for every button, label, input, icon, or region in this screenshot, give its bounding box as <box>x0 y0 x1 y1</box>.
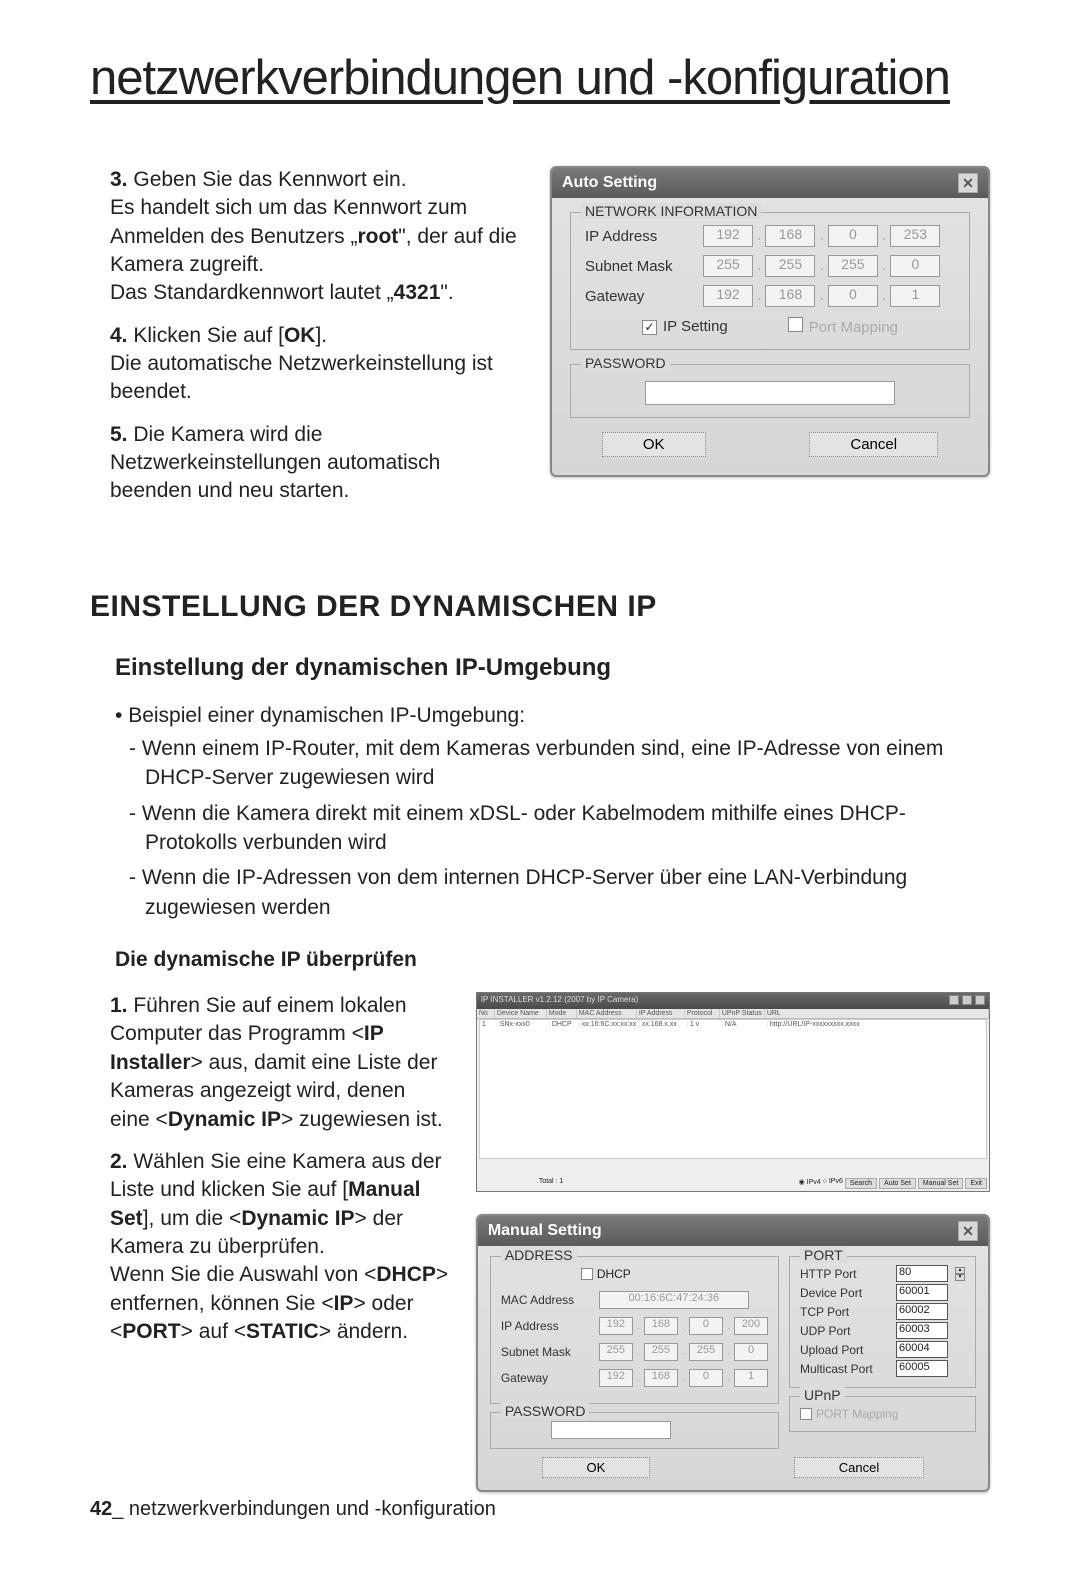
step-4: 4. Klicken Sie auf [OK]. Die automatisch… <box>110 322 525 407</box>
exit-button[interactable]: Exit <box>965 1178 987 1189</box>
minimize-icon[interactable] <box>949 995 959 1005</box>
device-port-input[interactable]: 60001 <box>896 1284 948 1301</box>
ip-address-label: IP Address <box>585 228 695 245</box>
dialog-title: Manual Setting <box>488 1222 602 1240</box>
mac-input: 00:16:6C:47:24:36 <box>599 1291 749 1309</box>
ipv6-radio[interactable]: ○ IPv6 <box>823 1178 843 1189</box>
manualset-button[interactable]: Manual Set <box>918 1178 963 1189</box>
port-mapping-checkbox[interactable]: Port Mapping <box>788 317 898 337</box>
ip-address-input[interactable]: 192. 168. 0. 253 <box>703 225 940 247</box>
bullet-intro: • Beispiel einer dynamischen IP-Umgebung… <box>115 704 990 728</box>
multicast-port-label: Multicast Port <box>800 1362 890 1376</box>
upload-port-label: Upload Port <box>800 1343 890 1357</box>
step-2: 2. Wählen Sie eine Kamera aus der Liste … <box>110 1148 451 1346</box>
network-info-legend: NETWORK INFORMATION <box>581 203 761 219</box>
gateway-label: Gateway <box>501 1371 591 1385</box>
dynamic-ip-heading: EINSTELLUNG DER DYNAMISCHEN IP <box>90 590 990 624</box>
gateway-input[interactable]: 192. 168. 0. 1 <box>599 1369 768 1387</box>
gateway-label: Gateway <box>585 288 695 305</box>
address-legend: ADDRESS <box>501 1247 577 1263</box>
http-port-label: HTTP Port <box>800 1267 890 1281</box>
total-label: Total : 1 <box>539 1178 564 1189</box>
multicast-port-input[interactable]: 60005 <box>896 1360 948 1377</box>
dynamic-ip-env-heading: Einstellung der dynamischen IP-Umgebung <box>115 654 990 682</box>
check-dynamic-ip-heading: Die dynamische IP überprüfen <box>115 948 990 972</box>
subnet-mask-label: Subnet Mask <box>585 258 695 275</box>
password-legend: PASSWORD <box>581 355 670 371</box>
cancel-button[interactable]: Cancel <box>794 1457 924 1478</box>
dash-item: Wenn einem IP-Router, mit dem Kameras ve… <box>145 734 990 793</box>
close-icon[interactable]: ✕ <box>958 1221 978 1241</box>
ip-label: IP Address <box>501 1319 591 1333</box>
dash-list: Wenn einem IP-Router, mit dem Kameras ve… <box>145 734 990 922</box>
subnet-label: Subnet Mask <box>501 1345 591 1359</box>
tcp-port-label: TCP Port <box>800 1305 890 1319</box>
manual-setting-dialog: Manual Setting ✕ ADDRESS DHCP MAC Addres… <box>476 1214 990 1492</box>
search-button[interactable]: Search <box>845 1178 877 1189</box>
tcp-port-input[interactable]: 60002 <box>896 1303 948 1320</box>
step-5: 5. Die Kamera wird die Netzwerkeinstellu… <box>110 421 525 506</box>
cancel-button[interactable]: Cancel <box>809 432 938 457</box>
close-icon[interactable] <box>975 995 985 1005</box>
ipinstaller-title: IP INSTALLER v1.2.12 (2007 by IP Camera) <box>481 995 638 1007</box>
autoset-button[interactable]: Auto Set <box>879 1178 916 1189</box>
password-input[interactable] <box>551 1421 671 1439</box>
device-port-label: Device Port <box>800 1286 890 1300</box>
gateway-input[interactable]: 192. 168. 0. 1 <box>703 285 940 307</box>
ip-setting-checkbox[interactable]: ✓IP Setting <box>642 318 728 336</box>
top-steps-list: 3. Geben Sie das Kennwort ein. Es handel… <box>90 166 525 506</box>
dash-item: Wenn die IP-Adressen von dem internen DH… <box>145 863 990 922</box>
bottom-steps-list: 1. Führen Sie auf einem lokalen Computer… <box>90 992 451 1346</box>
subnet-input[interactable]: 255. 255. 255. 0 <box>599 1343 768 1361</box>
http-port-spinner[interactable]: ▴▾ <box>955 1267 965 1281</box>
port-legend: PORT <box>800 1247 847 1263</box>
upnp-legend: UPnP <box>800 1387 845 1403</box>
subnet-mask-input[interactable]: 255. 255. 255. 0 <box>703 255 940 277</box>
udp-port-input[interactable]: 60003 <box>896 1322 948 1339</box>
password-legend: PASSWORD <box>501 1403 590 1419</box>
grid-header: No Device Name Mode MAC Address IP Addre… <box>477 1009 989 1019</box>
auto-setting-dialog: Auto Setting ✕ NETWORK INFORMATION IP Ad… <box>550 166 990 477</box>
ok-button[interactable]: OK <box>602 432 706 457</box>
ipv4-radio[interactable]: ◉ IPv4 <box>799 1178 821 1189</box>
ok-button[interactable]: OK <box>542 1457 651 1478</box>
mac-label: MAC Address <box>501 1293 591 1307</box>
port-mapping-checkbox[interactable]: PORT Mapping <box>800 1405 898 1422</box>
ip-input[interactable]: 192. 168. 0. 200 <box>599 1317 768 1335</box>
dialog-title: Auto Setting <box>562 174 657 192</box>
dash-item: Wenn die Kamera direkt mit einem xDSL- o… <box>145 799 990 858</box>
http-port-input[interactable]: 80 <box>896 1265 948 1282</box>
close-icon[interactable]: ✕ <box>958 173 978 193</box>
ip-installer-window: IP INSTALLER v1.2.12 (2007 by IP Camera)… <box>476 992 990 1192</box>
dhcp-checkbox[interactable]: DHCP <box>581 1265 631 1283</box>
maximize-icon[interactable] <box>962 995 972 1005</box>
step-1: 1. Führen Sie auf einem lokalen Computer… <box>110 992 451 1134</box>
table-row[interactable]: 1 SNx-xxx0 DHCP xx:16:6C:xx:xx:xx xx.168… <box>480 1020 986 1029</box>
page-footer: 42_ netzwerkverbindungen und -konfigurat… <box>90 1498 496 1521</box>
udp-port-label: UDP Port <box>800 1324 890 1338</box>
password-input[interactable] <box>645 381 895 405</box>
page-title: netzwerkverbindungen und -konfiguration <box>90 50 990 106</box>
upload-port-input[interactable]: 60004 <box>896 1341 948 1358</box>
step-3: 3. Geben Sie das Kennwort ein. Es handel… <box>110 166 525 308</box>
